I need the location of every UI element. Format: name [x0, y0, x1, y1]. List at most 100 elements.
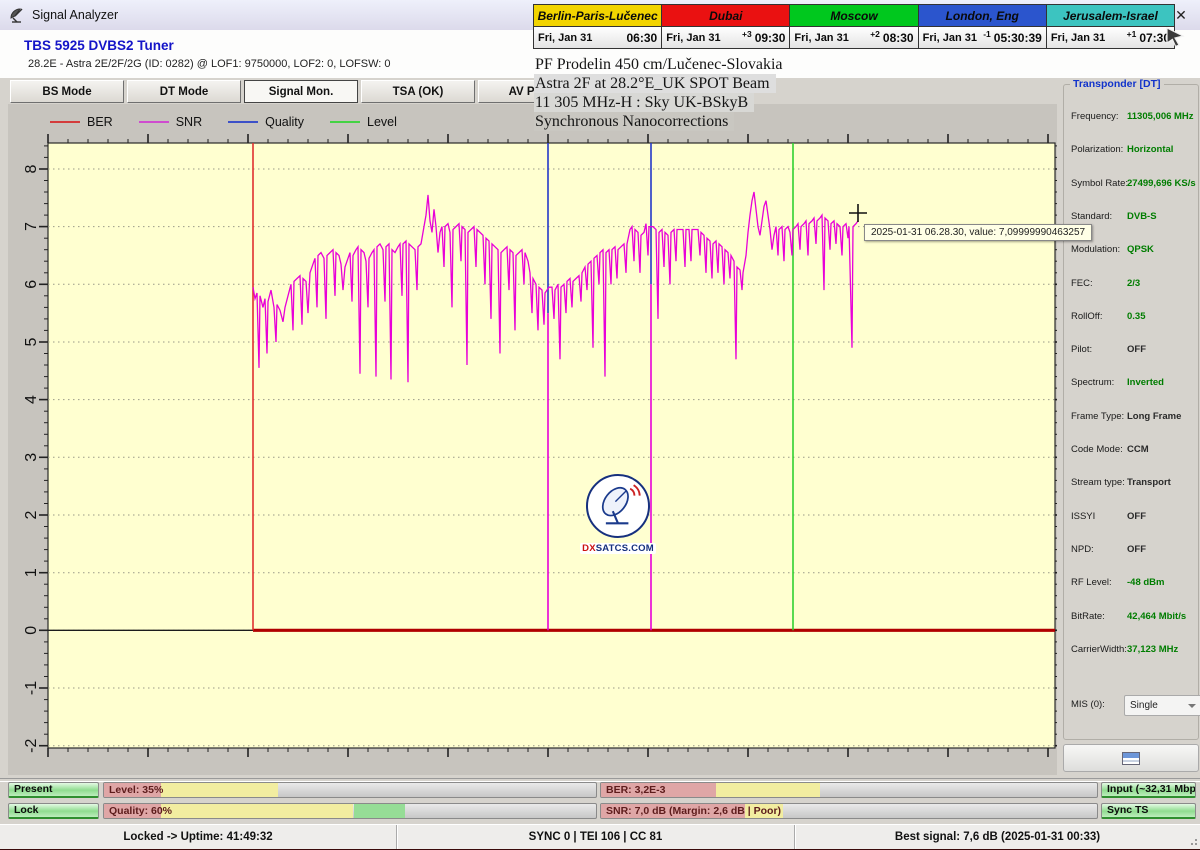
tp-label-modulation: Modulation:: [1071, 244, 1120, 255]
tab-tsa-ok[interactable]: TSA (OK): [361, 80, 475, 103]
tp-value-spectrum: Inverted: [1127, 377, 1164, 388]
clock-moscow: Moscow Fri, Jan 31 +208:30: [790, 5, 918, 48]
tab-dt-mode[interactable]: DT Mode: [127, 80, 241, 103]
tp-label-rf-level: RF Level:: [1071, 577, 1112, 588]
clock-city-label: Berlin-Paris-Lučenec: [534, 5, 661, 27]
transponder-title: Transponder [DT]: [1070, 78, 1164, 90]
tp-value-rf-level: -48 dBm: [1127, 577, 1164, 588]
tp-label-issyi: ISSYI: [1071, 511, 1095, 522]
svg-text:-2: -2: [23, 738, 40, 752]
annotation-line: PF Prodelin 450 cm/Lučenec-Slovakia: [534, 55, 789, 74]
statusbar-lock-uptime: Locked -> Uptime: 41:49:32: [0, 825, 397, 849]
tp-value-symbol-rate: 27499,696 KS/s: [1127, 178, 1196, 189]
record-icon: [1122, 752, 1140, 765]
satellite-dish-illustration: [592, 480, 644, 532]
tp-value-modulation: QPSK: [1127, 244, 1154, 255]
clock-date: Fri, Jan 31: [923, 32, 977, 44]
mis-selected-value: Single: [1130, 700, 1158, 711]
svg-text:0: 0: [23, 626, 40, 635]
tp-label-standard: Standard:: [1071, 211, 1112, 222]
clock-jerusalem-israel: Jerusalem-IsraelFri, Jan 31+107:30: [1047, 5, 1174, 48]
badge-input-32-31-mbps: Input (~32,31 Mbps): [1101, 782, 1196, 798]
tp-label-frequency: Frequency:: [1071, 111, 1119, 122]
clock-time: 05:30:39: [994, 31, 1042, 45]
clock-city-label: Moscow: [790, 5, 917, 27]
clock-london-eng: London, EngFri, Jan 31-105:30:39: [919, 5, 1047, 48]
clock-city-label: Jerusalem-Israel: [1047, 5, 1174, 27]
clock-date: Fri, Jan 31: [1051, 32, 1105, 44]
tp-value-standard: DVB-S: [1127, 211, 1157, 222]
clock-time-row: Fri, Jan 3106:30: [534, 27, 661, 48]
tp-label-rolloff: RollOff:: [1071, 311, 1103, 322]
mis-dropdown[interactable]: Single: [1124, 695, 1200, 716]
svg-text:1: 1: [23, 568, 40, 577]
annotation-line: Synchronous Nanocorrections: [534, 112, 734, 131]
tp-label-code-mode: Code Mode:: [1071, 444, 1123, 455]
bar-label: SNR: 7,0 dB (Margin: 2,6 dB | Poor): [606, 805, 781, 817]
clock-dubai: DubaiFri, Jan 31+309:30: [662, 5, 790, 48]
mouse-cursor-icon: [1164, 26, 1186, 48]
annotation-overlay: PF Prodelin 450 cm/Lučenec-Slovakia Astr…: [534, 55, 789, 131]
chevron-down-icon: [1188, 704, 1196, 708]
tp-value-fec: 2/3: [1127, 278, 1140, 289]
clock-time: 06:30: [627, 31, 658, 45]
resize-grip[interactable]: [1187, 835, 1197, 845]
tp-value-rolloff: 0.35: [1127, 311, 1146, 322]
progress-bar-ber: BER: 3,2E-3: [600, 782, 1098, 798]
clock-utc-offset: +1: [1127, 29, 1137, 39]
statusbar: Locked -> Uptime: 41:49:32 SYNC 0 | TEI …: [0, 824, 1200, 849]
ts-record-button[interactable]: [1063, 744, 1199, 772]
tp-label-polarization: Polarization:: [1071, 144, 1123, 155]
tp-label-stream-type: Stream type:: [1071, 477, 1125, 488]
tp-value-frequency: 11305,006 MHz: [1127, 111, 1194, 122]
tp-value-issyi: OFF: [1127, 511, 1146, 522]
tp-label-npd: NPD:: [1071, 544, 1094, 555]
clock-date: Fri, Jan 31: [666, 32, 720, 44]
tab-signal-mon[interactable]: Signal Mon.: [244, 80, 358, 103]
clock-city-label: Dubai: [662, 5, 789, 27]
tp-value-frame-type: Long Frame: [1127, 411, 1181, 422]
clock-date: Fri, Jan 31: [794, 32, 848, 44]
progress-bar-snr: SNR: 7,0 dB (Margin: 2,6 dB | Poor): [600, 803, 1098, 819]
svg-text:6: 6: [23, 280, 40, 289]
clock-utc-offset: -1: [983, 29, 991, 39]
tuner-subtitle: 28.2E - Astra 2E/2F/2G (ID: 0282) @ LOF1…: [28, 58, 391, 70]
tp-value-carrierwidth: 37,123 MHz: [1127, 644, 1178, 655]
tp-label-bitrate: BitRate:: [1071, 611, 1105, 622]
signal-analyzer-window: { "window": {"title": "Signal Analyzer",…: [0, 0, 1200, 850]
signal-chart[interactable]: 876543210-1-2: [8, 104, 1057, 775]
svg-text:7: 7: [23, 222, 40, 231]
clock-time-row: Fri, Jan 31+309:30: [662, 27, 789, 48]
tp-value-stream-type: Transport: [1127, 477, 1171, 488]
bar-segment: [354, 804, 406, 818]
svg-text:-1: -1: [23, 681, 40, 695]
progress-bar-level: Level: 35%: [103, 782, 597, 798]
svg-text:2: 2: [23, 510, 40, 519]
tuner-title: TBS 5925 DVBS2 Tuner: [24, 38, 174, 53]
clock-time-row: Fri, Jan 31 -105:30:39: [919, 27, 1046, 48]
tp-value-pilot: OFF: [1127, 344, 1146, 355]
bar-label: Level: 35%: [109, 784, 163, 796]
signal-status-bars: Present Level: 35% BER: 3,2E-3Input (~32,3…: [0, 780, 1200, 822]
badge-lock: Lock: [8, 803, 99, 819]
progress-bar-quality: Quality: 60%: [103, 803, 597, 819]
clock-time: 08:30: [883, 31, 914, 45]
tp-value-bitrate: 42,464 Mbit/s: [1127, 611, 1186, 622]
dxsatcs-logo-text: DXSATCS.COM: [580, 543, 656, 554]
clock-time: 09:30: [755, 31, 786, 45]
world-clocks: Berlin-Paris-LučenecFri, Jan 3106:30Duba…: [533, 4, 1175, 49]
tp-label-symbol-rate: Symbol Rate:: [1071, 178, 1128, 189]
mode-tabs: BS ModeDT ModeSignal Mon.TSA (OK)AV Play…: [10, 80, 592, 103]
bar-segment: [716, 783, 821, 797]
tab-bs-mode[interactable]: BS Mode: [10, 80, 124, 103]
bar-segment: [161, 783, 278, 797]
svg-text:4: 4: [23, 395, 40, 404]
signal-chart-panel: BERSNRQualityLevel 876543210-1-2 DXSATCS…: [8, 104, 1057, 775]
bar-segment: [161, 804, 354, 818]
tp-label-fec: FEC:: [1071, 278, 1093, 289]
clock-utc-offset: +2: [870, 29, 880, 39]
bar-label: Quality: 60%: [109, 805, 172, 817]
chart-tooltip: 2025-01-31 06.28.30, value: 7,0999999046…: [864, 224, 1092, 241]
tp-label-mis: MIS (0):: [1071, 699, 1105, 710]
badge-present: Present: [8, 782, 99, 798]
